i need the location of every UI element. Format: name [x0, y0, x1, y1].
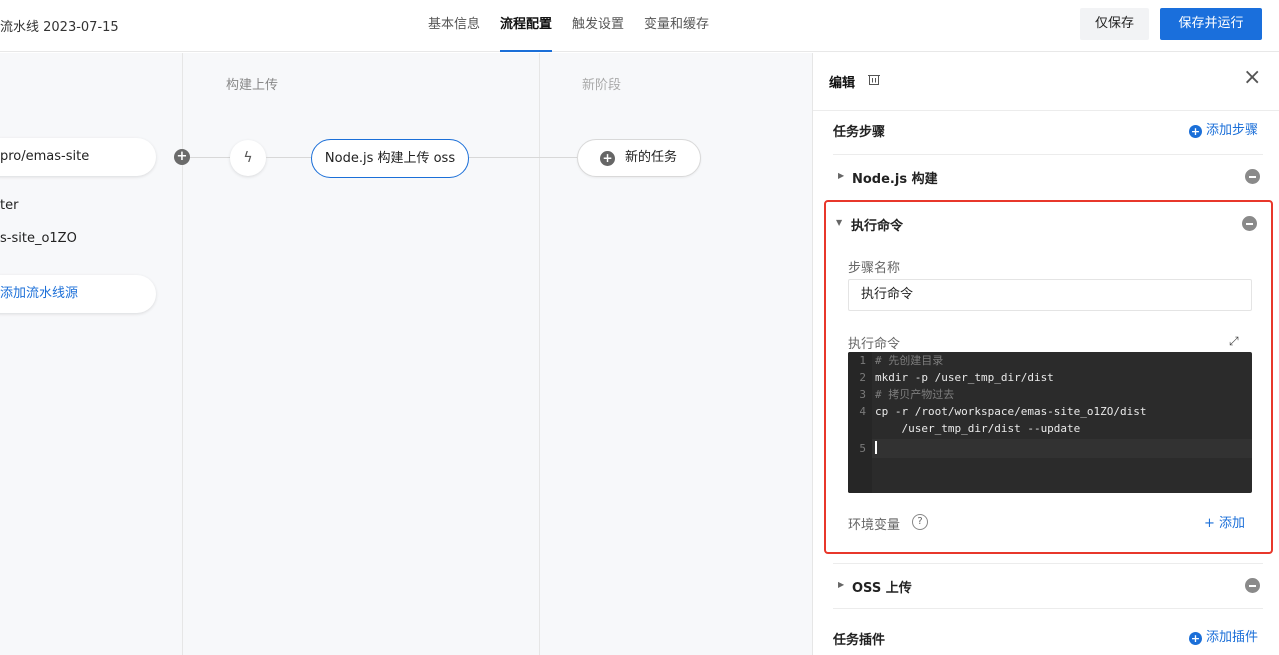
source-repo-name: pro/emas-site: [0, 149, 90, 164]
add-step-button[interactable]: + 添加步骤: [1189, 119, 1258, 138]
add-step-label: 添加步骤: [1206, 123, 1259, 138]
help-icon[interactable]: ?: [912, 514, 928, 530]
job-node-nodejs-build-upload[interactable]: Node.js 构建上传 oss: [311, 139, 469, 178]
code-line: 2 mkdir -p /user_tmp_dir/dist: [859, 371, 1054, 384]
source-artifact: s-site_o1ZO: [0, 231, 77, 246]
close-icon[interactable]: ×: [1243, 67, 1261, 89]
source-repo-card[interactable]: pro/emas-site: [0, 138, 156, 176]
panel-title: 编辑: [829, 76, 856, 91]
add-stage-icon[interactable]: +: [174, 149, 190, 165]
save-and-run-button[interactable]: 保存并运行: [1160, 8, 1262, 40]
step-expanded-exec-command: ▼ 执行命令 步骤名称 执行命令 执行命令 ⤢ 1 # 先创建目录 2 mkdir …: [824, 200, 1273, 554]
caret-right-icon: ▶: [838, 171, 845, 180]
trigger-icon[interactable]: ϟ: [230, 140, 266, 176]
caret-down-icon: ▼: [836, 218, 843, 227]
code-line: 4 cp -r /root/workspace/emas-site_o1ZO/di…: [859, 405, 1147, 418]
new-task-label: 新的任务: [625, 150, 678, 165]
source-branch: ter: [0, 198, 19, 213]
stage-divider: [539, 53, 540, 655]
connector-line: [469, 157, 577, 158]
tab-basic-info[interactable]: 基本信息: [428, 0, 480, 52]
remove-step-icon[interactable]: [1245, 578, 1260, 593]
step-name: 执行命令: [851, 219, 904, 234]
trash-icon[interactable]: [867, 72, 881, 86]
stage-label-new: 新阶段: [582, 78, 622, 93]
step-name: OSS 上传: [852, 581, 912, 596]
code-line: 3 # 拷贝产物过去: [859, 388, 955, 401]
step-row-oss-upload[interactable]: ▶ OSS 上传: [833, 566, 1263, 606]
add-env-variable-button[interactable]: + 添加: [1204, 512, 1245, 531]
divider: [833, 608, 1263, 609]
plus-circle-icon: +: [600, 151, 615, 166]
stage-divider: [182, 53, 183, 655]
plus-circle-icon: +: [1189, 125, 1202, 138]
new-task-button[interactable]: + 新的任务: [577, 139, 701, 177]
tab-bar: 基本信息 流程配置 触发设置 变量和缓存: [428, 0, 729, 52]
step-name-label: 步骤名称: [848, 261, 901, 276]
text-cursor: [875, 441, 877, 454]
step-row-exec-command[interactable]: ▼ 执行命令: [826, 204, 1257, 244]
caret-right-icon: ▶: [838, 580, 845, 589]
add-plugin-label: 添加插件: [1206, 630, 1259, 645]
command-label: 执行命令: [848, 337, 901, 352]
remove-step-icon[interactable]: [1242, 216, 1257, 231]
connector-line: [266, 157, 311, 158]
divider: [833, 154, 1263, 155]
connector-line: [190, 157, 230, 158]
command-editor[interactable]: 1 # 先创建目录 2 mkdir -p /user_tmp_dir/dist 3 #…: [848, 352, 1252, 493]
step-row-nodejs-build[interactable]: ▶ Node.js 构建: [833, 157, 1263, 197]
stage-label-build-upload: 构建上传: [226, 78, 279, 93]
task-steps-title: 任务步骤: [833, 125, 886, 140]
code-line: 5: [848, 440, 877, 457]
edit-panel: 编辑 × 任务步骤 + 添加步骤 ▶ Node.js 构建 ▼ 执行命令 步骤名称…: [812, 53, 1279, 655]
add-plugin-button[interactable]: + 添加插件: [1189, 626, 1258, 645]
env-variables-label: 环境变量: [848, 518, 901, 533]
plus-circle-icon: +: [1189, 632, 1202, 645]
step-name: Node.js 构建: [852, 172, 938, 187]
save-only-button[interactable]: 仅保存: [1080, 8, 1149, 40]
expand-icon[interactable]: ⤢: [1229, 334, 1239, 349]
divider: [833, 563, 1263, 564]
active-line-highlight: [872, 439, 1252, 458]
tab-flow-config[interactable]: 流程配置: [500, 0, 553, 52]
add-pipeline-source-button[interactable]: 添加流水线源: [0, 275, 156, 313]
code-line: 1 # 先创建目录: [859, 354, 944, 367]
code-line: /user_tmp_dir/dist --update: [875, 422, 1081, 435]
tab-trigger-settings[interactable]: 触发设置: [572, 0, 624, 52]
top-bar: 流水线 2023-07-15 基本信息 流程配置 触发设置 变量和缓存 仅保存 …: [0, 0, 1279, 52]
remove-step-icon[interactable]: [1245, 169, 1260, 184]
pipeline-title: 流水线 2023-07-15: [0, 20, 119, 35]
step-name-input[interactable]: 执行命令: [848, 279, 1252, 311]
task-plugins-title: 任务插件: [833, 633, 886, 648]
panel-header: 编辑 ×: [813, 53, 1279, 111]
tab-variables-cache[interactable]: 变量和缓存: [644, 0, 709, 52]
